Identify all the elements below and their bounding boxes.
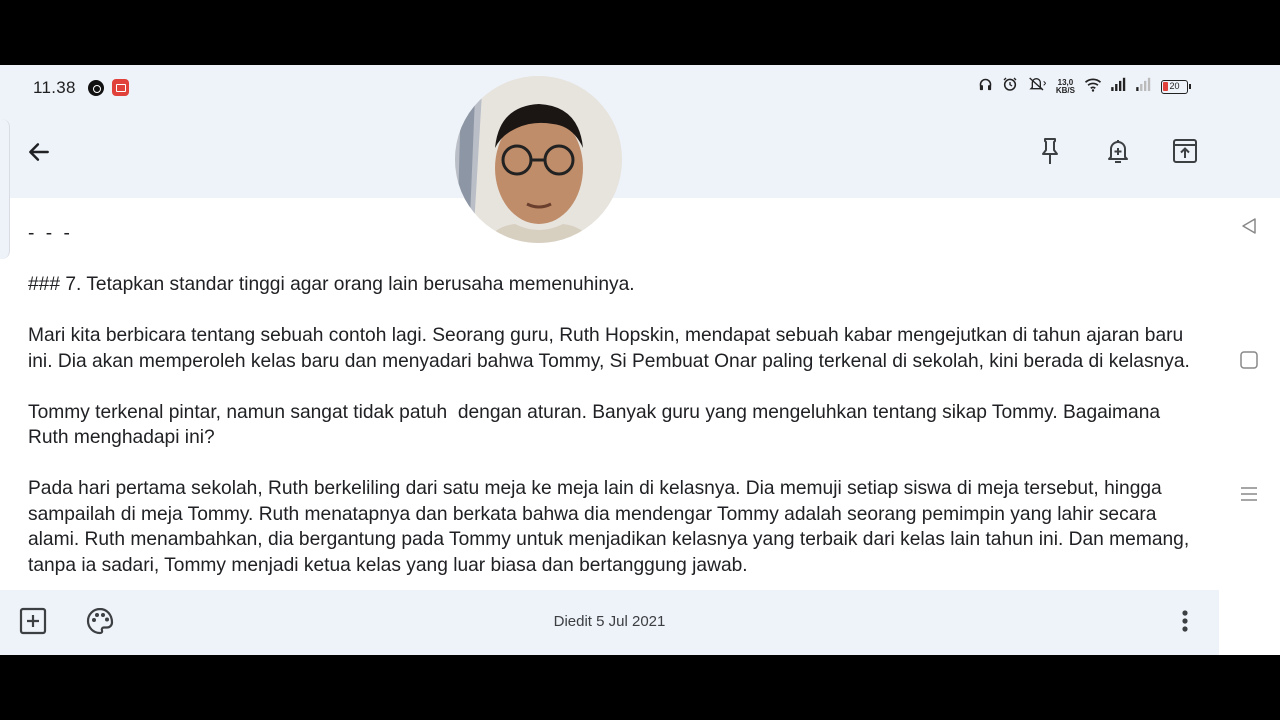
note-toolbar [0, 109, 1280, 198]
battery-icon: 20 [1161, 80, 1191, 94]
note-paragraph-1: Mari kita berbicara tentang sebuah conto… [28, 325, 1190, 372]
archive-icon [1171, 137, 1199, 170]
square-home-icon[interactable] [1239, 350, 1259, 375]
signal-1-icon [1111, 77, 1127, 97]
screen-record-icon [112, 79, 129, 96]
app-notification-icon [88, 80, 104, 96]
arrow-left-icon [26, 139, 52, 170]
status-icons: 13,0 KB/S 20 [978, 76, 1191, 98]
more-vert-icon [1175, 610, 1195, 640]
note-paragraph-2: Tommy terkenal pintar, namun sangat tida… [28, 401, 1166, 449]
network-speed: 13,0 KB/S [1056, 79, 1075, 95]
last-edited-label: Diedit 5 Jul 2021 [553, 613, 666, 630]
note-separator: - - - [28, 223, 73, 244]
note-heading: ### 7. Tetapkan standar tinggi agar oran… [28, 274, 635, 295]
network-speed-unit: KB/S [1055, 86, 1075, 95]
system-nav-bar [1218, 198, 1280, 655]
archive-button[interactable] [1165, 133, 1205, 173]
status-time: 11.38 [33, 78, 76, 97]
status-bar: 11.38 13,0 KB/S 20 [0, 65, 1280, 109]
more-options-button[interactable] [1175, 606, 1195, 641]
signal-2-icon [1136, 77, 1152, 97]
wifi-icon [1084, 77, 1102, 98]
pin-icon [1038, 136, 1062, 171]
note-body[interactable]: - - - ### 7. Tetapkan standar tinggi aga… [28, 221, 1198, 604]
battery-level: 20 [1169, 81, 1180, 91]
pin-button[interactable] [1030, 133, 1070, 173]
mute-icon [1027, 76, 1047, 98]
note-bottom-bar: Diedit 5 Jul 2021 [0, 590, 1219, 655]
webcam-overlay [455, 76, 622, 243]
app-screen: 11.38 13,0 KB/S 20 - - - ### 7. Tetapkan… [0, 65, 1280, 655]
side-drawer-handle[interactable] [0, 119, 10, 259]
back-button[interactable] [19, 134, 59, 174]
bell-plus-icon [1105, 137, 1131, 170]
menu-lines-icon[interactable] [1239, 484, 1259, 509]
triangle-back-icon[interactable] [1239, 216, 1259, 241]
alarm-icon [1002, 76, 1018, 98]
person-face-icon [455, 76, 622, 243]
note-paragraph-3: Pada hari pertama sekolah, Ruth berkelil… [28, 478, 1195, 576]
headphones-icon [978, 77, 993, 98]
nav-bar-bottom-filler [1219, 590, 1280, 655]
reminder-button[interactable] [1098, 133, 1138, 173]
